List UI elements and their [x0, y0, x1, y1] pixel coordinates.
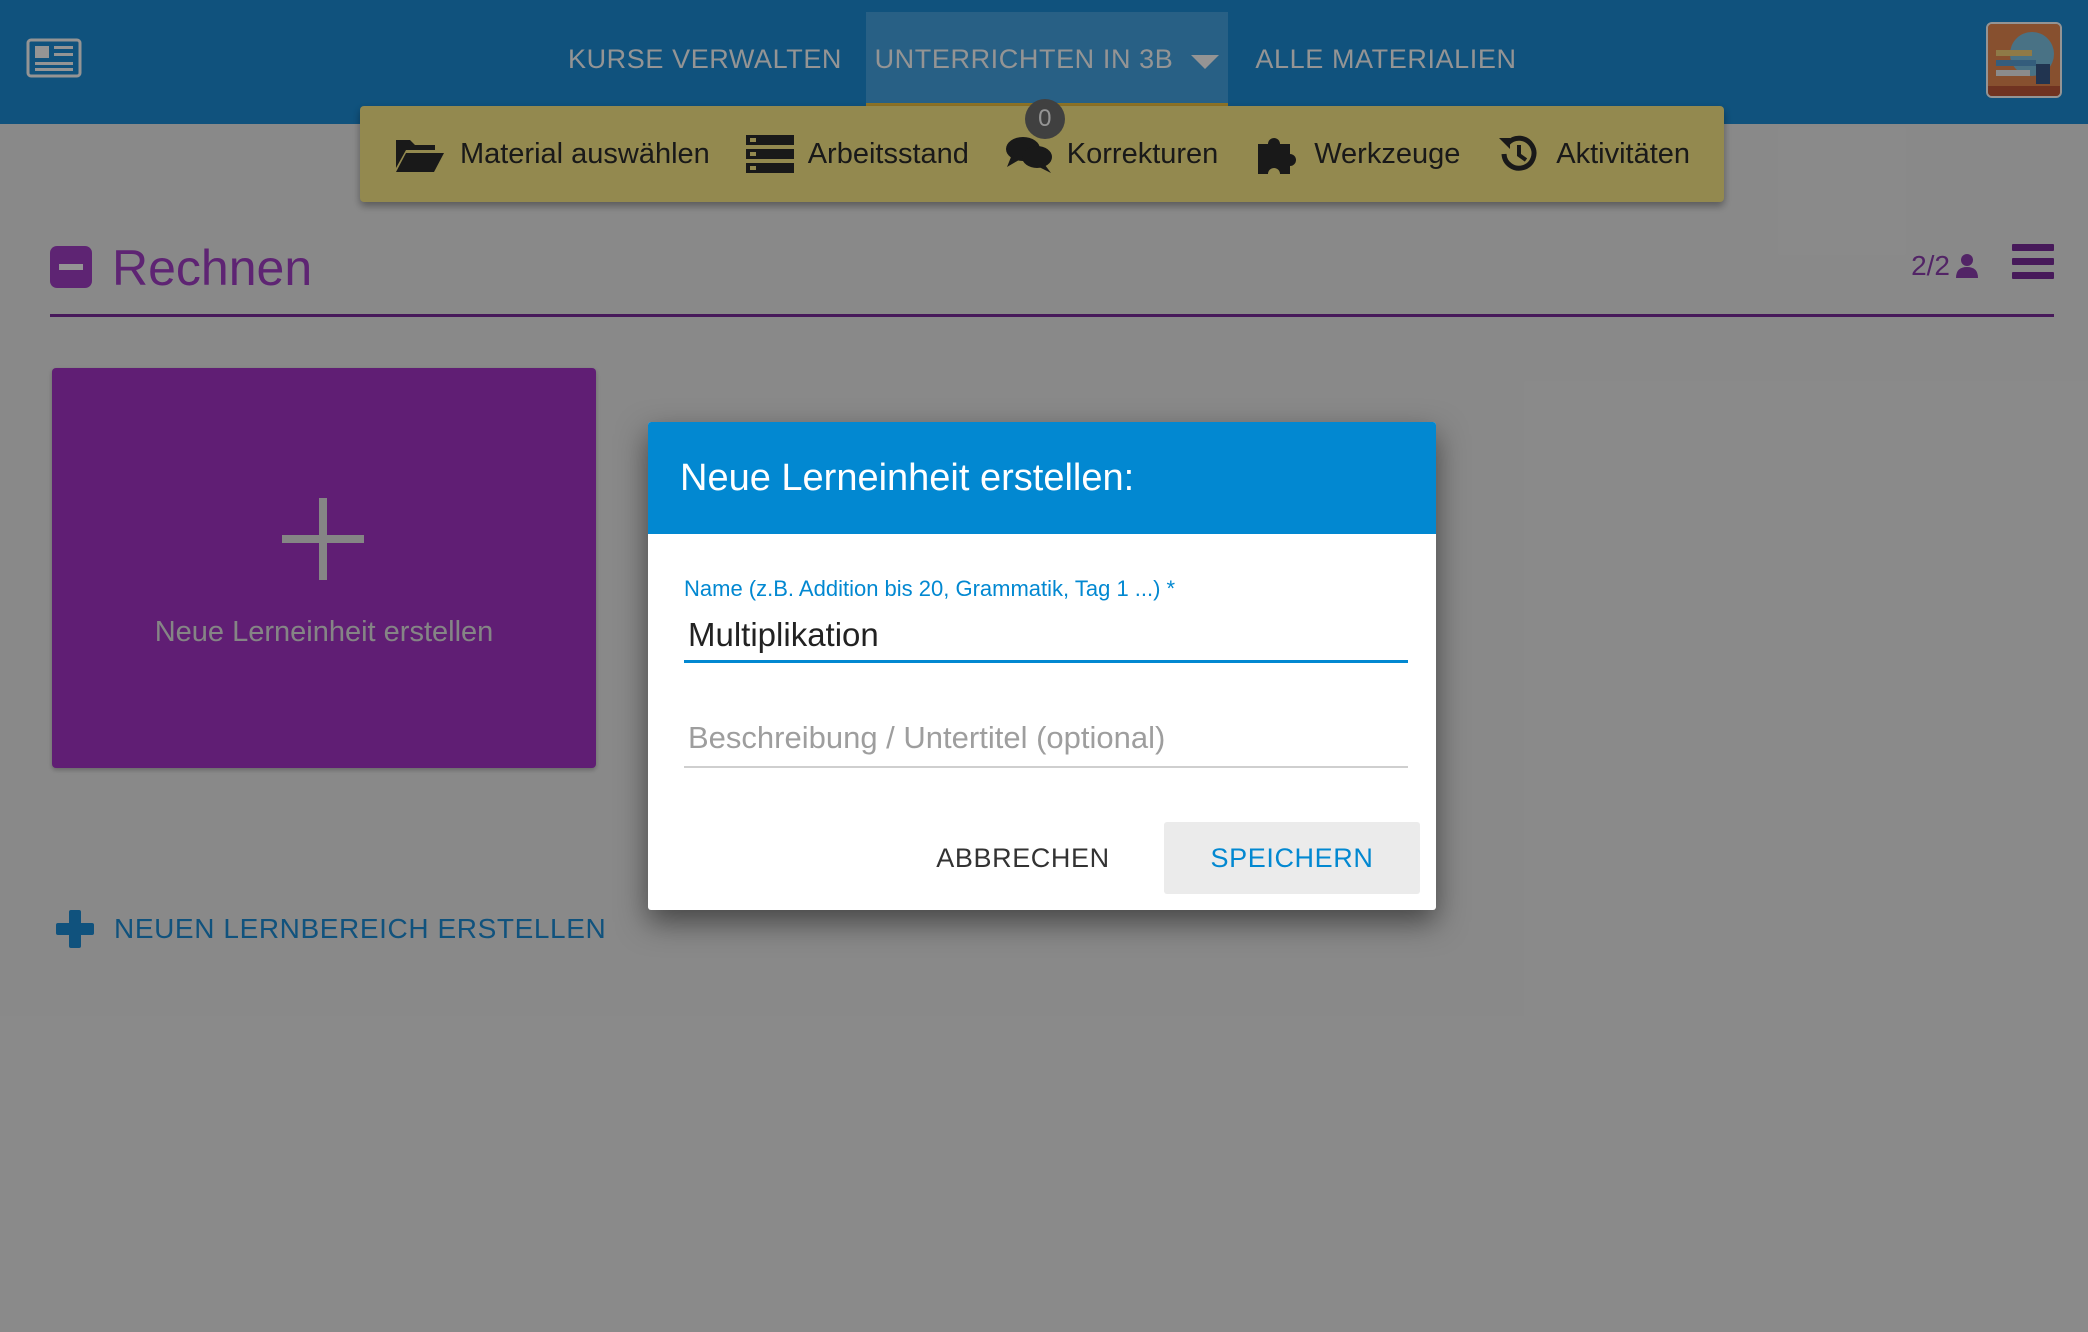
cancel-button[interactable]: ABBRECHEN: [918, 822, 1128, 894]
name-field: Name (z.B. Addition bis 20, Grammatik, T…: [684, 576, 1408, 663]
name-input[interactable]: [684, 608, 1408, 663]
dialog-title: Neue Lerneinheit erstellen:: [648, 422, 1436, 534]
description-field: [684, 712, 1408, 768]
new-learning-unit-dialog: Neue Lerneinheit erstellen: Name (z.B. A…: [648, 422, 1436, 910]
name-field-label: Name (z.B. Addition bis 20, Grammatik, T…: [684, 576, 1176, 601]
description-input[interactable]: [684, 712, 1408, 768]
save-button[interactable]: SPEICHERN: [1164, 822, 1420, 894]
